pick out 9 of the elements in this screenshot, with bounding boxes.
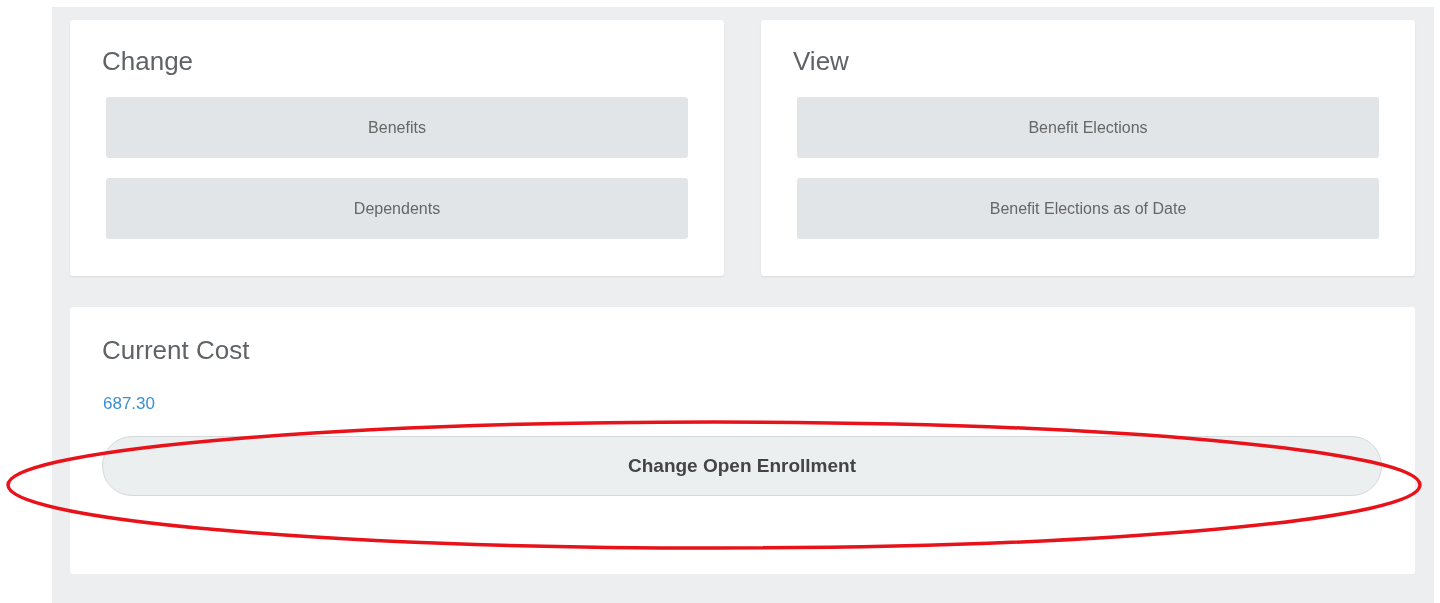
- action-button[interactable]: Benefit Elections as of Date: [797, 178, 1379, 239]
- action-button[interactable]: Dependents: [106, 178, 688, 239]
- cost-amount: 687.30: [103, 394, 155, 414]
- card-title: Current Cost: [102, 335, 251, 366]
- change-open-enrollment-button[interactable]: Change Open Enrollment: [102, 436, 1382, 496]
- action-button[interactable]: Benefits: [106, 97, 688, 158]
- action-button[interactable]: Benefit Elections: [797, 97, 1379, 158]
- card-title: Change: [102, 46, 195, 77]
- card-title: View: [793, 46, 850, 77]
